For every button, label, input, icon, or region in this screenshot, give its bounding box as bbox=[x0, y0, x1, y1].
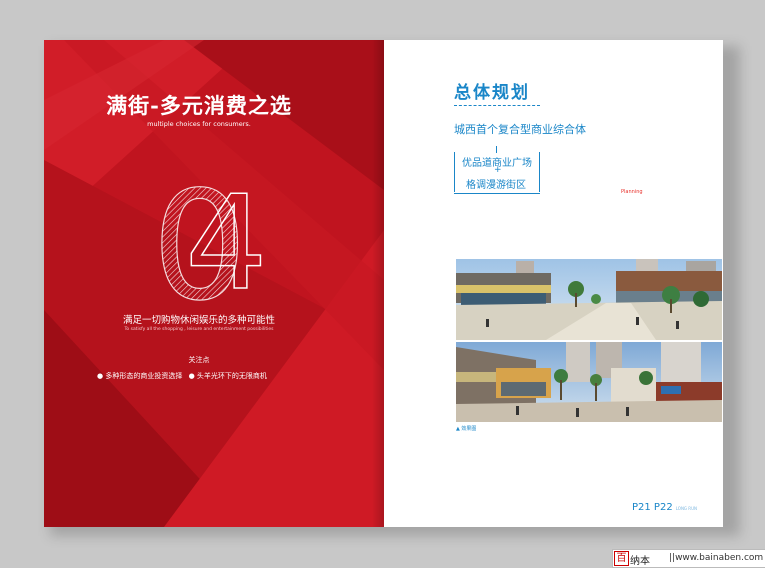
box-plus: + bbox=[494, 165, 502, 175]
page-numbers: P21 P22 LONG RUN bbox=[632, 502, 697, 513]
box-line-2: 格调漫游街区 bbox=[466, 180, 526, 191]
focus-bullets: ● 多种形态的商业投资选择 ● 头羊光环下的无限商机 bbox=[97, 371, 317, 381]
watermark-name: 纳本 bbox=[630, 556, 650, 567]
right-heading: 总体规划 bbox=[454, 83, 530, 103]
photo-caption: ▲ 效果图 bbox=[456, 426, 477, 432]
focus-label: 关注点 bbox=[188, 356, 210, 364]
svg-text:4: 4 bbox=[185, 170, 268, 310]
feature-bracket-box: 优品道商业广场 + 格调漫游街区 bbox=[454, 146, 540, 194]
watermark-logo: 百 bbox=[614, 551, 629, 566]
left-slogan: 满足一切购物休闲娱乐的多种可能性 bbox=[122, 315, 275, 326]
site-watermark[interactable]: 百 纳本 ||www.bainaben.com bbox=[612, 549, 765, 568]
left-slogan-english: To satisfy all the shopping , leisure an… bbox=[124, 327, 274, 332]
left-title: 满街-多元消费之选 bbox=[106, 93, 292, 118]
rendering-photo-street bbox=[456, 342, 722, 422]
page-numbers-tag: LONG RUN bbox=[675, 506, 697, 511]
bracket-bottom bbox=[454, 193, 540, 194]
bullet-item: ● 头羊光环下的无限商机 bbox=[188, 372, 267, 380]
big-number-04: 0 4 bbox=[150, 159, 280, 334]
page-numbers-text: P21 P22 bbox=[632, 502, 673, 513]
watermark-url[interactable]: ||www.bainaben.com bbox=[669, 553, 763, 563]
left-subtitle: multiple choices for consumers. bbox=[147, 120, 251, 128]
planning-label: Planning bbox=[621, 189, 643, 195]
bullet-item: ● 多种形态的商业投资选择 bbox=[97, 372, 183, 380]
bracket-tick bbox=[496, 146, 497, 153]
dashed-divider bbox=[454, 105, 540, 106]
bracket-left bbox=[454, 152, 457, 192]
rendering-photo-plaza bbox=[456, 259, 722, 340]
bracket-right bbox=[537, 152, 540, 192]
right-subheading: 城西首个复合型商业综合体 bbox=[454, 123, 586, 136]
